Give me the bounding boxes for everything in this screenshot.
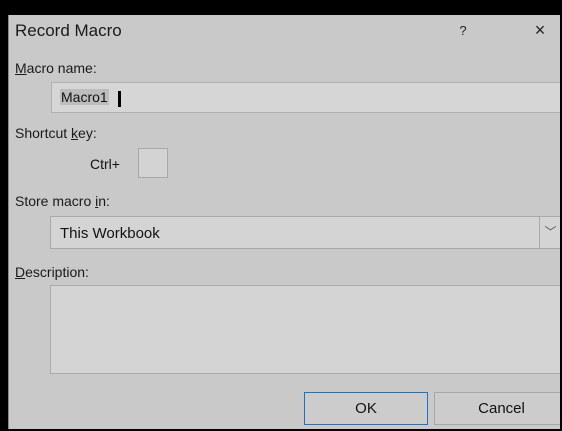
text-caret [118, 91, 121, 107]
title-bar: Record Macro ? × [9, 15, 560, 48]
help-icon[interactable]: ? [449, 18, 477, 44]
store-macro-select[interactable]: This Workbook ﹀ [50, 216, 560, 249]
shortcut-key-label: Shortcut key: [15, 125, 97, 141]
screen-frame: Record Macro ? × Macro name: Macro1 Shor… [0, 0, 562, 431]
macro-name-value: Macro1 [60, 89, 109, 105]
record-macro-dialog: Record Macro ? × Macro name: Macro1 Shor… [8, 15, 560, 429]
store-macro-label: Store macro in: [15, 193, 110, 209]
description-label: Description: [15, 264, 89, 280]
description-textarea[interactable] [50, 285, 560, 374]
ok-button[interactable]: OK [304, 392, 428, 425]
store-selected-value: This Workbook [60, 225, 160, 242]
chevron-down-icon[interactable]: ﹀ [539, 217, 560, 248]
macro-name-label-text: acro name: [26, 60, 97, 76]
cancel-button[interactable]: Cancel [434, 392, 560, 425]
ctrl-prefix-label: Ctrl+ [90, 156, 120, 172]
store-label-post: n: [98, 193, 110, 209]
dialog-title: Record Macro [15, 21, 122, 40]
macro-name-accelerator: M [15, 60, 27, 76]
macro-name-label: Macro name: [15, 60, 97, 76]
description-label-text: escription: [25, 264, 89, 280]
shortcut-key-input[interactable] [138, 148, 168, 178]
macro-name-input[interactable]: Macro1 [51, 82, 560, 113]
shortcut-label-post: ey: [78, 125, 97, 141]
close-icon[interactable]: × [525, 18, 555, 44]
shortcut-accelerator: k [71, 125, 79, 141]
store-label-pre: Store macro [15, 193, 96, 209]
description-accelerator: D [15, 264, 26, 280]
shortcut-label-pre: Shortcut [15, 125, 72, 141]
